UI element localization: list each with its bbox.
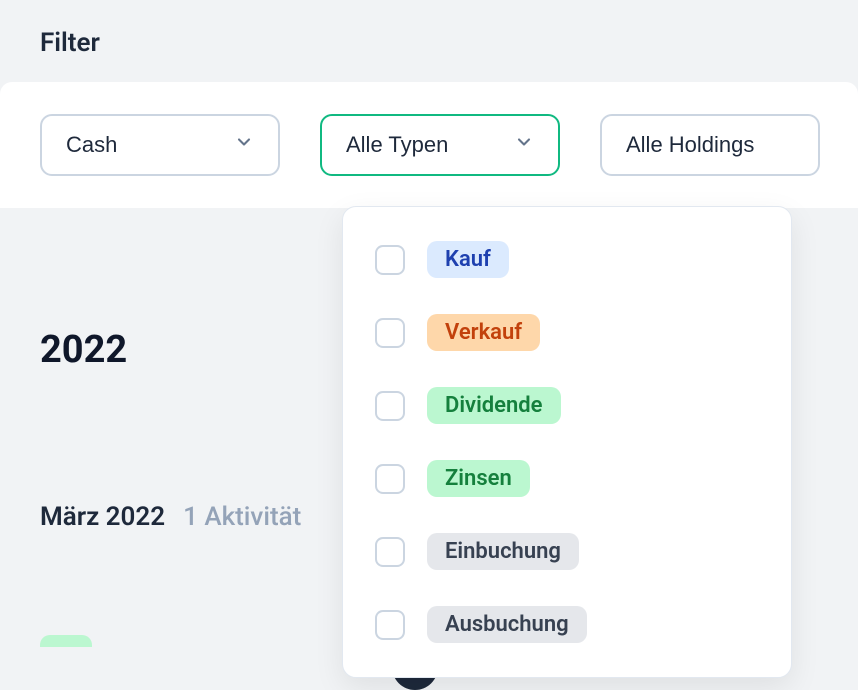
menu-item-zinsen[interactable]: Zinsen bbox=[343, 442, 791, 515]
checkbox[interactable] bbox=[375, 610, 405, 640]
menu-item-ausbuchung[interactable]: Ausbuchung bbox=[343, 588, 791, 661]
account-dropdown-label: Cash bbox=[66, 132, 117, 158]
activity-tag-peek bbox=[40, 635, 92, 647]
chevron-down-icon bbox=[234, 132, 254, 158]
types-dropdown[interactable]: Alle Typen bbox=[320, 114, 560, 176]
tag-verkauf: Verkauf bbox=[427, 314, 540, 351]
checkbox[interactable] bbox=[375, 245, 405, 275]
checkbox[interactable] bbox=[375, 537, 405, 567]
holdings-dropdown-label: Alle Holdings bbox=[626, 132, 754, 158]
tag-dividende: Dividende bbox=[427, 387, 561, 424]
menu-item-kauf[interactable]: Kauf bbox=[343, 223, 791, 296]
menu-item-dividende[interactable]: Dividende bbox=[343, 369, 791, 442]
menu-item-verkauf[interactable]: Verkauf bbox=[343, 296, 791, 369]
checkbox[interactable] bbox=[375, 318, 405, 348]
holdings-dropdown[interactable]: Alle Holdings bbox=[600, 114, 820, 176]
menu-item-einbuchung[interactable]: Einbuchung bbox=[343, 515, 791, 588]
checkbox[interactable] bbox=[375, 464, 405, 494]
tag-kauf: Kauf bbox=[427, 241, 509, 278]
chevron-down-icon bbox=[514, 132, 534, 158]
checkbox[interactable] bbox=[375, 391, 405, 421]
account-dropdown[interactable]: Cash bbox=[40, 114, 280, 176]
activity-count: 1 Aktivität bbox=[183, 502, 301, 532]
filter-title: Filter bbox=[40, 28, 818, 58]
month-title: März 2022 bbox=[40, 502, 165, 532]
filter-bar: Cash Alle Typen Alle Holdings bbox=[0, 82, 858, 208]
tag-einbuchung: Einbuchung bbox=[427, 533, 579, 570]
types-dropdown-label: Alle Typen bbox=[346, 132, 448, 158]
tag-ausbuchung: Ausbuchung bbox=[427, 606, 587, 643]
types-dropdown-menu: Kauf Verkauf Dividende Zinsen Einbuchung… bbox=[342, 206, 792, 678]
tag-zinsen: Zinsen bbox=[427, 460, 530, 497]
filter-header: Filter bbox=[0, 0, 858, 82]
